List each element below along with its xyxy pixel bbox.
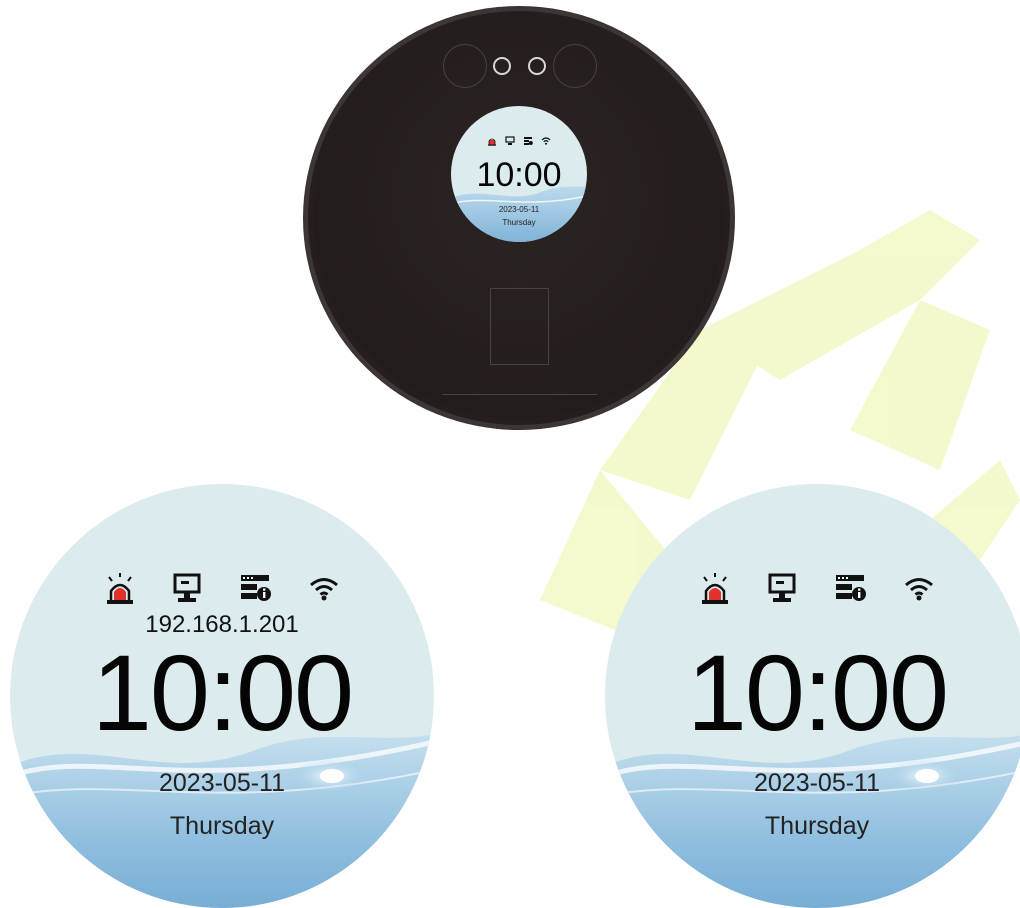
device-status-icons	[451, 136, 587, 146]
base-seam	[442, 394, 597, 395]
monitor-icon	[173, 573, 201, 602]
server-info-icon	[836, 575, 866, 601]
weekday-display: Thursday	[169, 812, 275, 840]
ir-led-right	[528, 57, 546, 75]
device-screen: 10:00 2023-05-11 Thursday	[451, 106, 587, 242]
date-display: 2023-05-11	[158, 769, 286, 797]
screen-without-ip: 10:00 2023-05-11 Thursday	[605, 484, 1020, 908]
screen-with-ip: 192.168.1.201 10:00 2023-05-11 Thursday	[10, 484, 434, 908]
alarm-icon	[702, 573, 728, 604]
device-time: 10:00	[476, 156, 562, 194]
card-reader-area	[490, 288, 549, 365]
date-display: 2023-05-11	[753, 769, 881, 797]
status-icons	[10, 572, 434, 606]
server-info-icon	[241, 575, 271, 601]
wifi-icon	[541, 137, 551, 145]
time-display: 10:00	[91, 632, 354, 753]
camera-left	[443, 44, 487, 88]
camera-right	[553, 44, 597, 88]
device-body: 10:00 2023-05-11 Thursday	[305, 8, 733, 428]
monitor-icon	[768, 573, 796, 602]
device-weekday: Thursday	[502, 218, 536, 227]
server-info-icon	[524, 137, 533, 145]
device-date: 2023-05-11	[498, 205, 540, 214]
wifi-icon	[310, 578, 338, 601]
weekday-display: Thursday	[764, 812, 870, 840]
time-display: 10:00	[686, 632, 949, 753]
alarm-icon	[488, 138, 496, 146]
alarm-icon	[107, 573, 133, 604]
status-icons	[605, 572, 1020, 606]
wifi-icon	[905, 578, 933, 601]
monitor-icon	[505, 136, 515, 145]
ir-led-left	[493, 57, 511, 75]
